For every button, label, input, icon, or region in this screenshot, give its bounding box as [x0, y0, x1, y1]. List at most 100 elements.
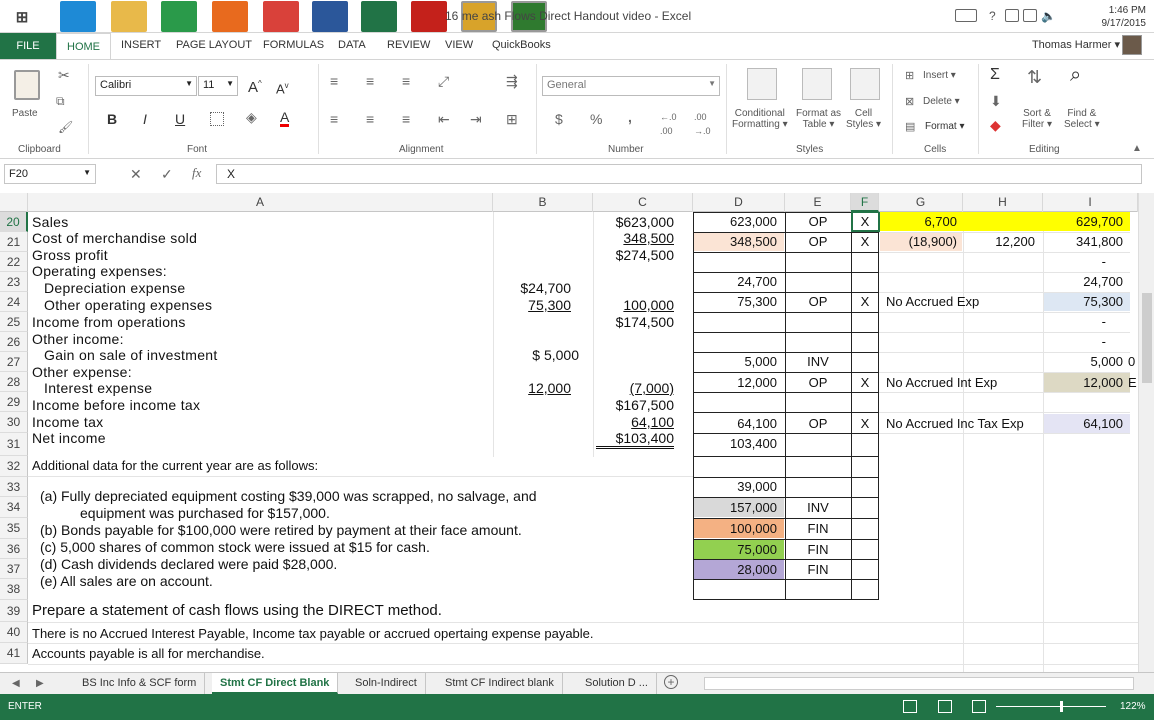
page-layout-view-icon[interactable]	[938, 700, 952, 713]
cell-e20[interactable]: OP	[785, 214, 851, 230]
cell-a25[interactable]: Income from operations	[32, 314, 186, 330]
cell-a24[interactable]: Depreciation expense	[44, 280, 185, 296]
column-header-i[interactable]: I	[1043, 193, 1138, 212]
row-header-33[interactable]: 33	[0, 477, 28, 497]
worksheet-grid[interactable]: 20 21 22 23 24 25 26 27 28 29 30 31 32 33 34 35 36 37 38 39…	[0, 212, 1138, 674]
decrease-indent-icon[interactable]: ⇤	[438, 112, 450, 126]
cut-icon[interactable]: ✂	[58, 68, 70, 82]
zoom-slider-thumb[interactable]	[1060, 701, 1063, 712]
align-middle-icon[interactable]: ≡	[366, 74, 374, 88]
select-all-corner[interactable]	[0, 193, 28, 212]
cell-d30[interactable]: 64,100	[693, 416, 777, 432]
cell-i28[interactable]: 12,000	[1043, 375, 1123, 391]
cell-c20[interactable]: $623,000	[596, 214, 674, 230]
page-break-view-icon[interactable]	[972, 700, 986, 713]
cell-a34[interactable]: equipment was purchased for $157,000.	[80, 505, 330, 521]
column-header-a[interactable]: A	[28, 193, 493, 212]
cell-a27[interactable]: Gain on sale of investment	[44, 347, 218, 363]
zoom-slider[interactable]	[996, 706, 1106, 707]
cell-e28[interactable]: OP	[785, 375, 851, 391]
ribbon-display-icon[interactable]	[1005, 9, 1019, 22]
align-top-icon[interactable]: ≡	[330, 74, 338, 88]
align-bottom-icon[interactable]: ≡	[402, 74, 410, 88]
cell-e21[interactable]: OP	[785, 234, 851, 250]
cell-d33[interactable]: 39,000	[693, 479, 777, 495]
sheet-tab-bs-inc-info[interactable]: BS Inc Info & SCF form	[74, 673, 206, 694]
acrobat-icon[interactable]	[411, 1, 447, 32]
cell-d21[interactable]: 348,500	[693, 234, 777, 250]
cell-f20[interactable]: X	[851, 214, 879, 230]
cell-c25[interactable]: $174,500	[596, 314, 674, 330]
firefox-icon[interactable]	[212, 1, 248, 32]
cell-c28[interactable]: (7,000)	[596, 380, 674, 396]
cell-c30[interactable]: 64,100	[596, 414, 674, 430]
fill-icon[interactable]: ⬇	[990, 94, 1002, 108]
user-name[interactable]: Thomas Harmer ▾	[1032, 38, 1120, 51]
format-cells-button[interactable]: Format ▾	[925, 121, 964, 132]
insert-cells-button[interactable]: Insert ▾	[923, 70, 956, 81]
tab-home[interactable]: HOME	[56, 33, 111, 60]
sheet-tab-stmt-cf-indirect-blank[interactable]: Stmt CF Indirect blank	[437, 673, 563, 694]
cell-e34[interactable]: INV	[785, 500, 851, 516]
row-header-40[interactable]: 40	[0, 622, 28, 643]
cell-i27[interactable]: 5,000	[1043, 354, 1123, 370]
clear-icon[interactable]: ◆	[990, 118, 1001, 132]
excel-green-icon[interactable]	[161, 1, 197, 32]
internet-explorer-icon[interactable]	[60, 1, 96, 32]
cell-a21[interactable]: Cost of merchandise sold	[32, 230, 197, 246]
cell-a33[interactable]: (a) Fully depreciated equipment costing …	[40, 488, 537, 504]
avatar[interactable]	[1122, 35, 1142, 55]
sheet-tab-soln-indirect[interactable]: Soln-Indirect	[347, 673, 426, 694]
row-header-36[interactable]: 36	[0, 539, 28, 559]
row-header-31[interactable]: 31	[0, 433, 28, 456]
conditional-formatting-button[interactable]: Conditional Formatting ▾	[732, 108, 788, 130]
word-icon[interactable]	[312, 1, 348, 32]
cell-c21[interactable]: 348,500	[596, 230, 674, 246]
cell-g21[interactable]: (18,900)	[879, 234, 957, 250]
excel-icon[interactable]	[361, 1, 397, 32]
cell-a29[interactable]: Income before income tax	[32, 397, 200, 413]
number-format-select[interactable]: General ▼	[542, 76, 720, 96]
cell-d31[interactable]: 103,400	[693, 436, 777, 452]
column-header-b[interactable]: B	[493, 193, 593, 212]
cell-c29[interactable]: $167,500	[596, 397, 674, 413]
row-header-32[interactable]: 32	[0, 456, 28, 477]
cell-b24b[interactable]: 75,300	[500, 297, 571, 313]
column-header-h[interactable]: H	[963, 193, 1043, 212]
microphone-icon[interactable]	[263, 1, 299, 32]
delete-cells-button[interactable]: Delete ▾	[923, 96, 960, 107]
cell-c31[interactable]: $103,400	[596, 430, 674, 449]
formula-input[interactable]: X	[216, 164, 1142, 184]
increase-decimal-icon[interactable]: ←.0.00	[660, 110, 677, 138]
cell-e36[interactable]: FIN	[785, 542, 851, 558]
column-header-e[interactable]: E	[785, 193, 851, 212]
cell-e24b[interactable]: OP	[785, 294, 851, 310]
tab-formulas[interactable]: FORMULAS	[263, 39, 324, 51]
row-header-35[interactable]: 35	[0, 518, 28, 539]
sort-filter-button[interactable]: Sort & Filter ▾	[1022, 108, 1052, 130]
cell-i21[interactable]: 341,800	[1043, 234, 1123, 250]
font-size-select[interactable]: 11 ▼	[198, 76, 238, 96]
cell-d36[interactable]: 75,000	[693, 542, 777, 558]
row-header-23[interactable]: 23	[0, 272, 28, 292]
cell-a26[interactable]: Other income:	[32, 331, 124, 347]
horizontal-scrollbar[interactable]	[704, 677, 1134, 690]
column-header-g[interactable]: G	[879, 193, 963, 212]
increase-font-icon[interactable]: A^	[248, 77, 262, 95]
tab-file[interactable]: FILE	[0, 33, 56, 59]
sort-filter-icon[interactable]: ⇅	[1027, 68, 1042, 86]
column-header-d[interactable]: D	[693, 193, 785, 212]
volume-icon[interactable]: 🔈	[1041, 9, 1056, 23]
cell-e27[interactable]: INV	[785, 354, 851, 370]
tab-quickbooks[interactable]: QuickBooks	[492, 39, 551, 51]
row-header-21[interactable]: 21	[0, 232, 28, 252]
keyboard-icon[interactable]	[955, 9, 977, 22]
fill-color-icon[interactable]: ◈	[246, 110, 257, 124]
row-header-20[interactable]: 20	[0, 212, 28, 232]
cell-f21[interactable]: X	[851, 234, 879, 250]
windows-start-icon[interactable]: ⊞	[4, 1, 40, 32]
row-header-27[interactable]: 27	[0, 352, 28, 372]
file-explorer-icon[interactable]	[111, 1, 147, 32]
row-header-26[interactable]: 26	[0, 332, 28, 352]
row-header-37[interactable]: 37	[0, 559, 28, 579]
